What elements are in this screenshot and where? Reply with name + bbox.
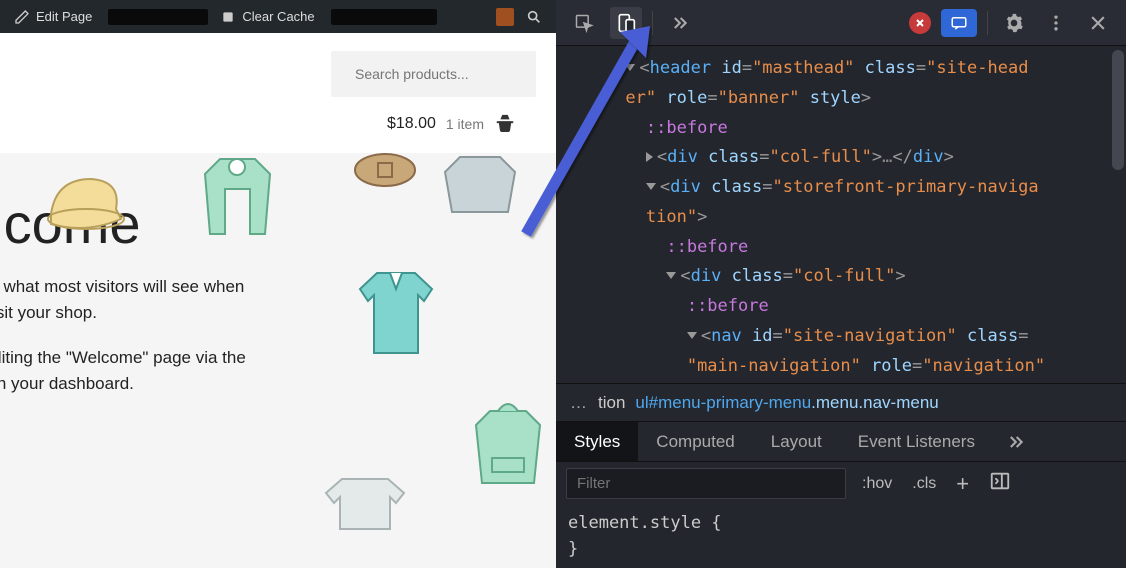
messages-icon [950,14,968,32]
close-devtools-button[interactable] [1082,7,1114,39]
filter-input[interactable] [566,468,846,499]
belt-illustration [350,153,420,195]
pencil-icon [14,9,30,25]
edit-page-label: Edit Page [36,9,92,24]
tab-styles[interactable]: Styles [556,422,638,461]
more-tabs-button[interactable] [993,422,1037,461]
polo-illustration [352,265,440,360]
kebab-button[interactable] [1040,7,1072,39]
clear-cache-label: Clear Cache [242,9,314,24]
wp-admin-bar: Edit Page Clear Cache [0,0,556,33]
website-preview: Edit Page Clear Cache $18.00 1 item [0,0,556,568]
gear-icon [1004,13,1024,33]
styles-tabs: Styles Computed Layout Event Listeners [556,421,1126,461]
edit-page-link[interactable]: Edit Page [8,9,98,25]
chevrons-right-icon [1005,432,1025,452]
search-toggle[interactable] [520,9,548,25]
settings-button[interactable] [998,7,1030,39]
basket-icon [494,113,516,135]
scrollbar[interactable] [1112,50,1124,170]
rule-line: element.style { [568,511,1114,537]
styles-filter-bar: :hov .cls + [556,461,1126,505]
clear-cache-link[interactable]: Clear Cache [214,9,320,25]
tab-computed[interactable]: Computed [638,422,752,461]
devtools: <header id="masthead" class="site-head e… [556,0,1126,568]
admin-blank2 [331,9,437,25]
new-rule-button[interactable]: + [952,469,973,499]
dom-breadcrumb[interactable]: … tion ul#menu-primary-menu.menu.nav-men… [556,383,1126,421]
breadcrumb-ellipsis: … [570,393,588,413]
separator [652,11,653,35]
separator [987,11,988,35]
device-toggle-button[interactable] [610,7,642,39]
inspect-icon [574,13,594,33]
error-badge[interactable] [909,12,931,34]
kebab-icon [1046,13,1066,33]
breadcrumb-item[interactable]: ul#menu-primary-menu.menu.nav-menu [635,393,938,413]
rule-line: } [568,537,1114,563]
hero-p2: oy editing the "Welcome" page via the en… [0,345,260,398]
tab-layout[interactable]: Layout [753,422,840,461]
more-tabs-button[interactable] [663,7,695,39]
avatar[interactable] [496,8,514,26]
hero: elcome ich is what most visitors will se… [0,153,556,568]
cart-summary[interactable]: $18.00 1 item [387,113,536,135]
product-search[interactable] [331,51,536,97]
inspect-button[interactable] [568,7,600,39]
panel-icon [989,470,1011,492]
longsleeve-illustration [190,153,285,239]
cls-toggle[interactable]: .cls [908,473,940,495]
search-icon [526,9,542,25]
cap-illustration [36,159,136,249]
hero-p1: ich is what most visitors will see when … [0,274,260,327]
hoodie-illustration [468,393,548,488]
dom-tree[interactable]: <header id="masthead" class="site-head e… [556,46,1126,383]
breadcrumb-item[interactable]: tion [598,393,625,413]
cart-count: 1 item [446,116,484,132]
devtools-toolbar [556,0,1126,46]
cart-total: $18.00 [387,115,436,133]
style-rules[interactable]: element.style { } [556,505,1126,568]
hov-toggle[interactable]: :hov [858,473,896,495]
tshirt-illustration [320,473,410,533]
device-icon [616,13,636,33]
site-header: $18.00 1 item [0,33,556,153]
chevrons-right-icon [669,13,689,33]
close-icon [1088,13,1108,33]
computed-toggle[interactable] [985,468,1015,499]
gauge-icon [220,9,236,25]
messages-badge[interactable] [941,9,977,37]
admin-blank [108,9,208,25]
tab-event-listeners[interactable]: Event Listeners [840,422,993,461]
sweater-illustration [440,153,520,217]
search-input[interactable] [355,66,536,82]
error-icon [914,17,926,29]
